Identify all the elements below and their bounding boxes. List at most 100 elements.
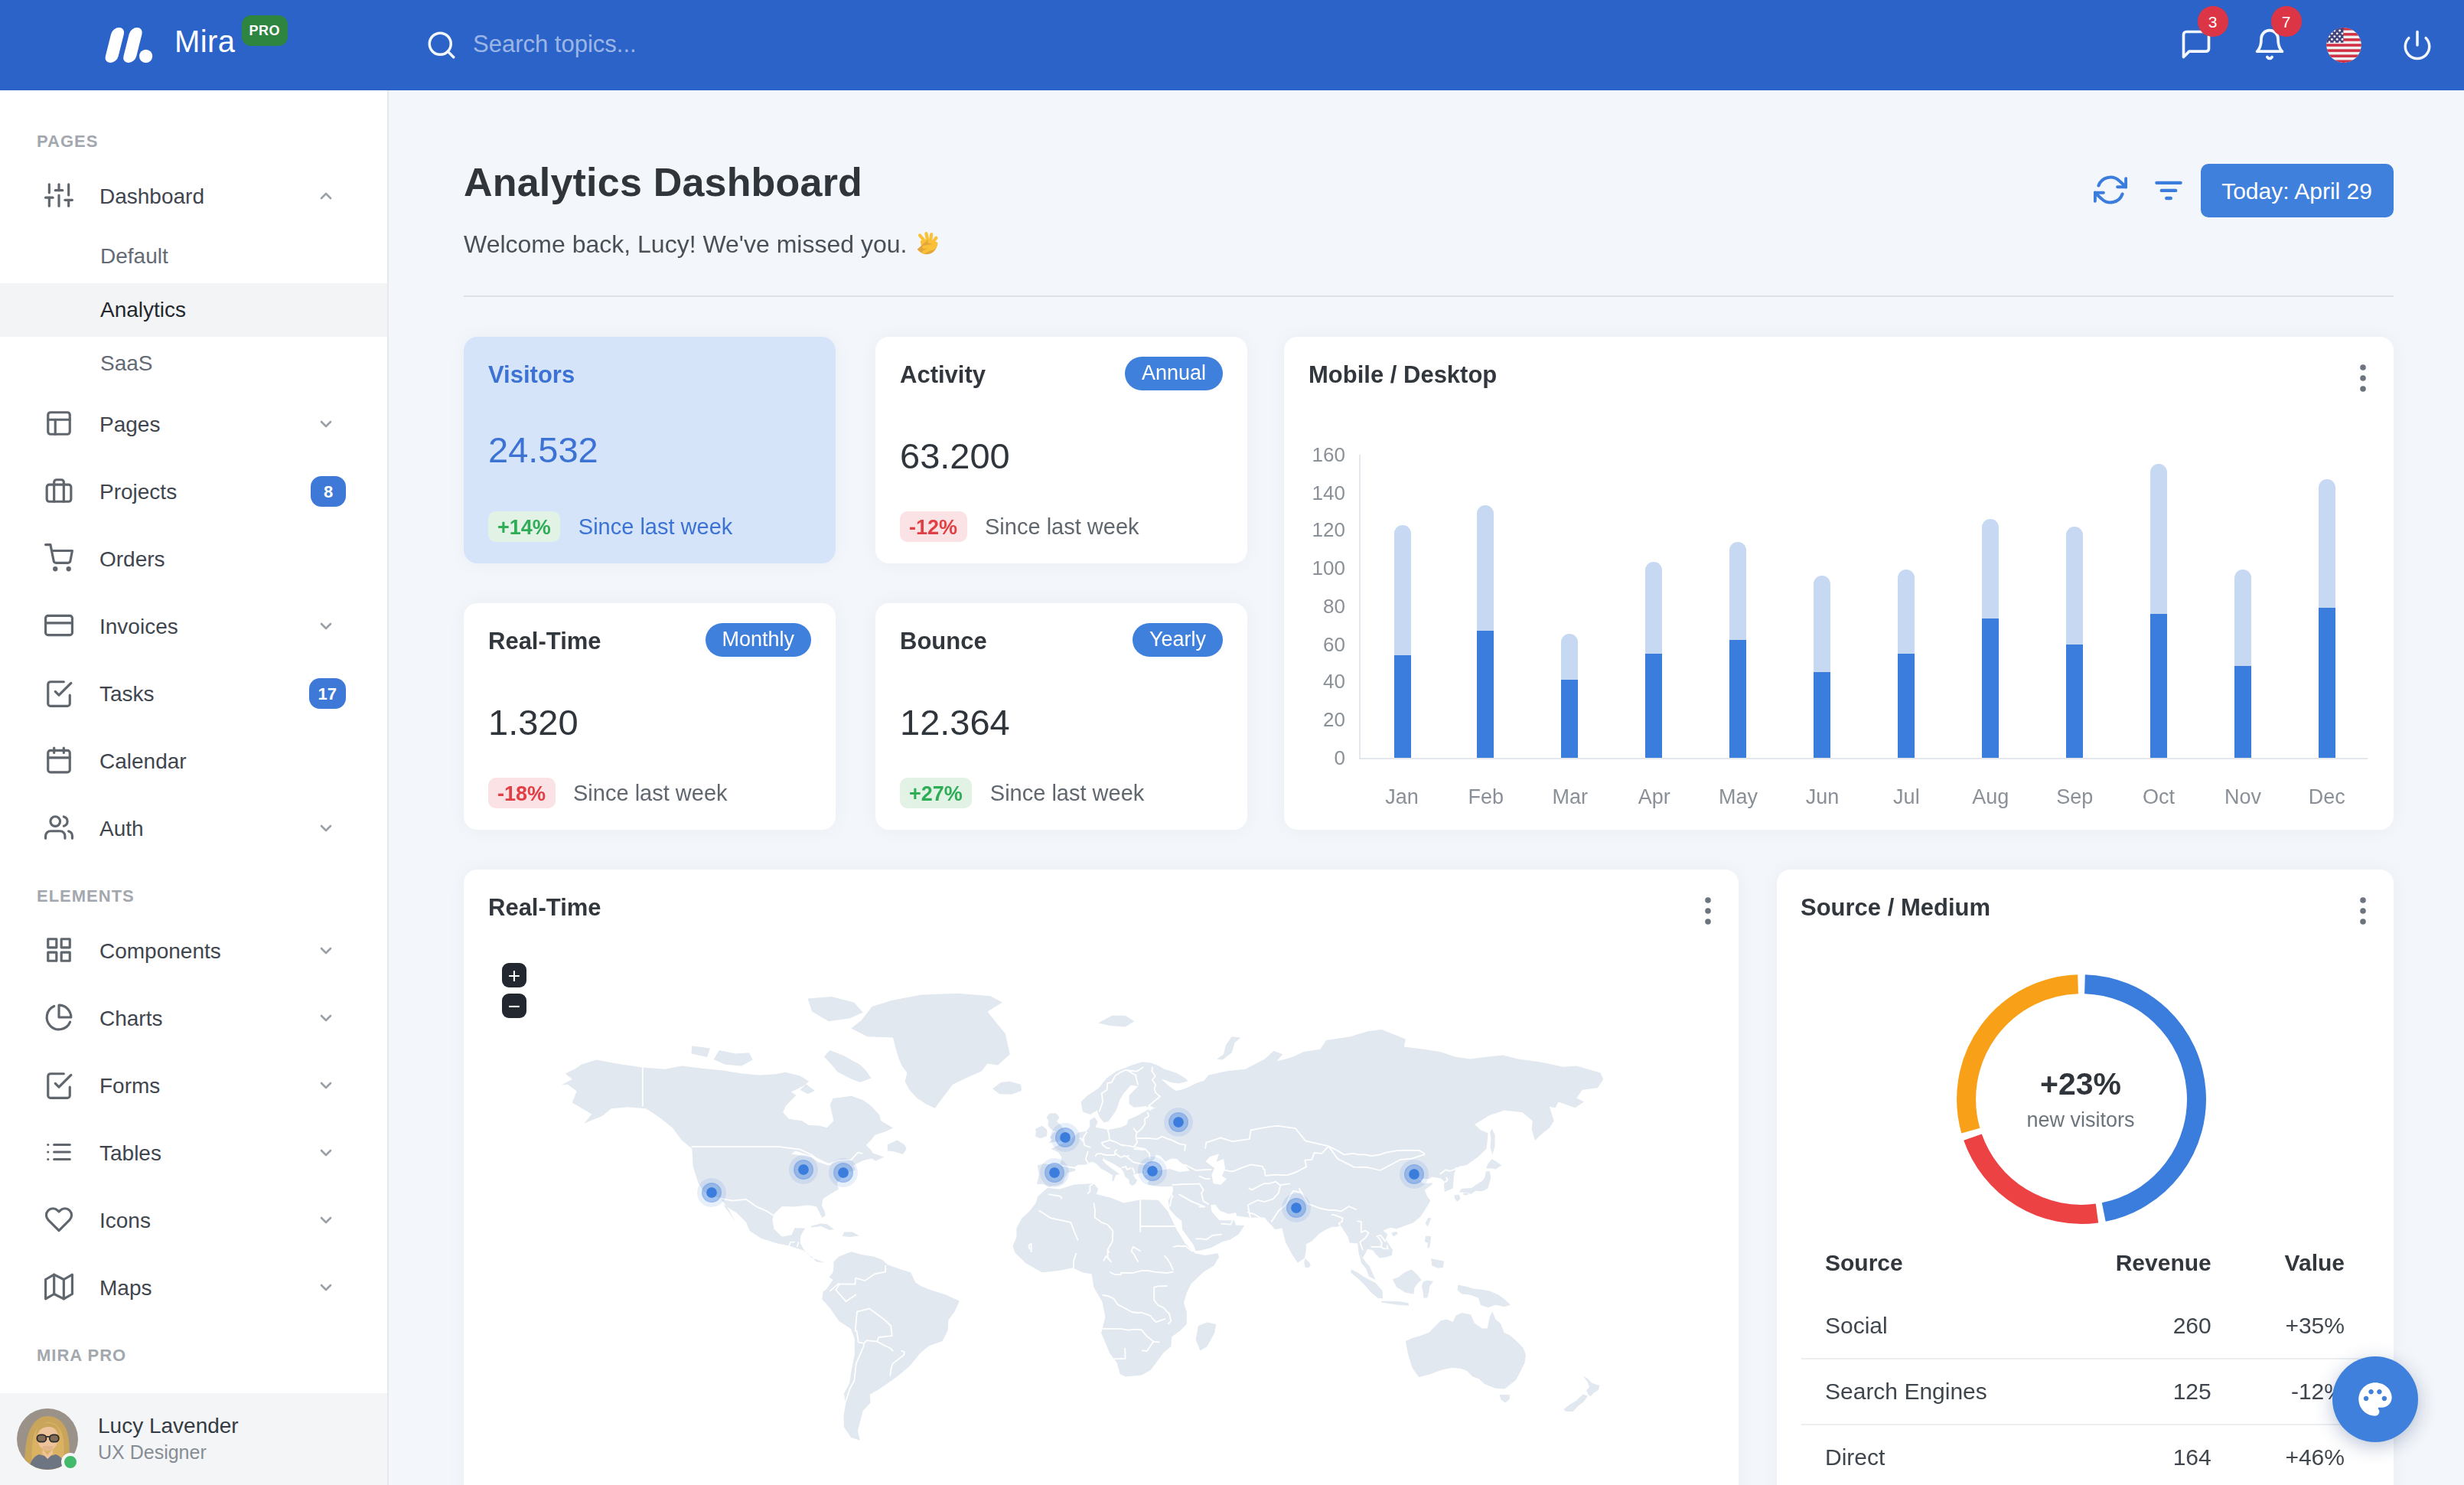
sidebar-subitem-saas[interactable]: SaaS [0, 336, 387, 390]
heart-icon [44, 1205, 73, 1234]
sidebar-item-orders[interactable]: Orders [0, 524, 387, 592]
map-marker-los-angeles[interactable] [701, 1182, 721, 1202]
sidebar-item-maps[interactable]: Maps [0, 1253, 387, 1320]
realtime-map-card: Real-Time + − [464, 869, 1738, 1485]
chevron-down-icon [317, 1075, 335, 1094]
bar-mobile[interactable] [2150, 613, 2167, 757]
sidebar-item-label: Forms [99, 1072, 317, 1097]
logout-button[interactable] [2401, 29, 2433, 61]
page-title: Analytics Dashboard [464, 158, 2093, 206]
sidebar-item-components[interactable]: Components [0, 916, 387, 984]
sidebar-item-label: Charts [99, 1005, 317, 1030]
theme-customizer-button[interactable] [2332, 1356, 2418, 1442]
page: { "navbar": { "brand": "Mira", "brand_ba… [0, 0, 2464, 1485]
notifications-button[interactable]: 7 [2253, 28, 2286, 62]
chevron-down-icon [317, 616, 335, 635]
sidebar-section-title: PAGES [0, 90, 387, 162]
sidebar-item-auth[interactable]: Auth [0, 794, 387, 861]
cell-revenue: 164 [2058, 1424, 2235, 1485]
world-map[interactable] [488, 951, 1713, 1485]
list-icon [44, 1137, 73, 1167]
map-marker-moscow[interactable] [1168, 1113, 1188, 1133]
sidebar-item-icons[interactable]: Icons [0, 1186, 387, 1253]
y-axis-tick: 0 [1284, 746, 1345, 769]
x-axis-label: Mar [1553, 785, 1589, 808]
col-source: Source [1801, 1233, 2058, 1293]
bar-mobile[interactable] [1393, 655, 1410, 758]
language-flag-button[interactable] [2326, 28, 2361, 63]
donut-chart: +23% new visitors [1928, 945, 2234, 1252]
user-name: Lucy Lavender [98, 1414, 239, 1438]
chevron-up-icon [317, 186, 335, 204]
bar-mobile[interactable] [2234, 667, 2251, 758]
map-marker-delhi[interactable] [1287, 1197, 1307, 1217]
map-marker-madrid[interactable] [1045, 1164, 1064, 1183]
filter-button[interactable] [2151, 173, 2185, 207]
bar-mobile[interactable] [1730, 640, 1747, 757]
donut-slice-search-engines[interactable] [1972, 1137, 2096, 1214]
chevron-down-icon [317, 1278, 335, 1296]
x-axis-label: Oct [2143, 785, 2175, 808]
map-zoom-in-button[interactable]: + [502, 962, 526, 987]
sidebar-item-tables[interactable]: Tables [0, 1118, 387, 1186]
search-input[interactable] [473, 31, 932, 59]
sidebar-subitem-analytics[interactable]: Analytics [0, 282, 387, 336]
map-marker-new-york[interactable] [833, 1163, 853, 1183]
col-revenue: Revenue [2058, 1233, 2235, 1293]
bar-mobile[interactable] [1898, 653, 1915, 757]
sidebar-item-projects[interactable]: Projects8 [0, 457, 387, 524]
sidebar-item-dashboard[interactable]: Dashboard [0, 162, 387, 229]
brand-name: Mira [174, 24, 235, 60]
sidebar-item-label: Icons [99, 1207, 317, 1232]
map-marker-chicago[interactable] [793, 1159, 813, 1179]
sidebar-item-calendar[interactable]: Calendar [0, 726, 387, 794]
today-button[interactable]: Today: April 29 [2200, 163, 2394, 217]
sidebar-item-pages[interactable]: Pages [0, 390, 387, 457]
stat-card-visitors: Visitors 24.532 +14% Since last week [464, 336, 836, 563]
chevron-down-icon [317, 941, 335, 959]
stat-period-badge[interactable]: Annual [1125, 356, 1223, 390]
sidebar-user-footer[interactable]: Lucy Lavender UX Designer [0, 1392, 387, 1485]
stat-delta-badge: -12% [900, 511, 966, 542]
navbar-search[interactable] [425, 29, 2179, 61]
sidebar-item-forms[interactable]: Forms [0, 1051, 387, 1118]
bar-mobile[interactable] [1646, 653, 1663, 757]
map-marker-beijing[interactable] [1404, 1165, 1424, 1185]
bar-mobile[interactable] [2319, 608, 2335, 757]
map-marker-istanbul[interactable] [1142, 1161, 1162, 1181]
table-row: Search Engines125-12% [1801, 1358, 2369, 1424]
map-menu-button[interactable] [1704, 896, 1710, 924]
y-axis-tick: 100 [1284, 556, 1345, 579]
brand[interactable]: Mira PRO [0, 28, 389, 63]
sidebar-item-invoices[interactable]: Invoices [0, 592, 387, 659]
briefcase-icon [44, 476, 73, 505]
y-axis-tick: 20 [1284, 708, 1345, 731]
y-axis-tick: 80 [1284, 595, 1345, 618]
sidebar-item-tasks[interactable]: Tasks17 [0, 659, 387, 726]
map-marker-london[interactable] [1055, 1128, 1075, 1147]
refresh-icon [2093, 173, 2127, 207]
refresh-button[interactable] [2093, 173, 2127, 207]
bar-mobile[interactable] [2066, 644, 2083, 757]
online-status-dot [61, 1453, 80, 1471]
x-axis-label: Apr [1638, 785, 1670, 808]
y-axis-tick: 120 [1284, 519, 1345, 542]
sidebar-subitem-default[interactable]: Default [0, 229, 387, 282]
messages-button[interactable]: 3 [2179, 28, 2213, 62]
sidebar-section-title: ELEMENTS [0, 861, 387, 916]
stat-period-badge[interactable]: Yearly [1133, 622, 1223, 656]
stat-period-badge[interactable]: Monthly [705, 622, 811, 656]
bar-mobile[interactable] [1814, 672, 1831, 757]
donut-menu-button[interactable] [2360, 896, 2366, 924]
bar-mobile[interactable] [1562, 680, 1579, 757]
palette-icon [2355, 1379, 2395, 1419]
header-divider [464, 295, 2394, 296]
bar-mobile[interactable] [1478, 631, 1494, 758]
map-zoom-out-button[interactable]: − [502, 993, 526, 1017]
cell-source: Search Engines [1801, 1358, 2058, 1424]
sidebar-item-charts[interactable]: Charts [0, 984, 387, 1051]
map-title: Real-Time [488, 893, 601, 919]
bar-mobile[interactable] [1982, 619, 1999, 758]
stat-note: Since last week [579, 514, 733, 539]
notifications-count-badge: 7 [2271, 7, 2301, 37]
